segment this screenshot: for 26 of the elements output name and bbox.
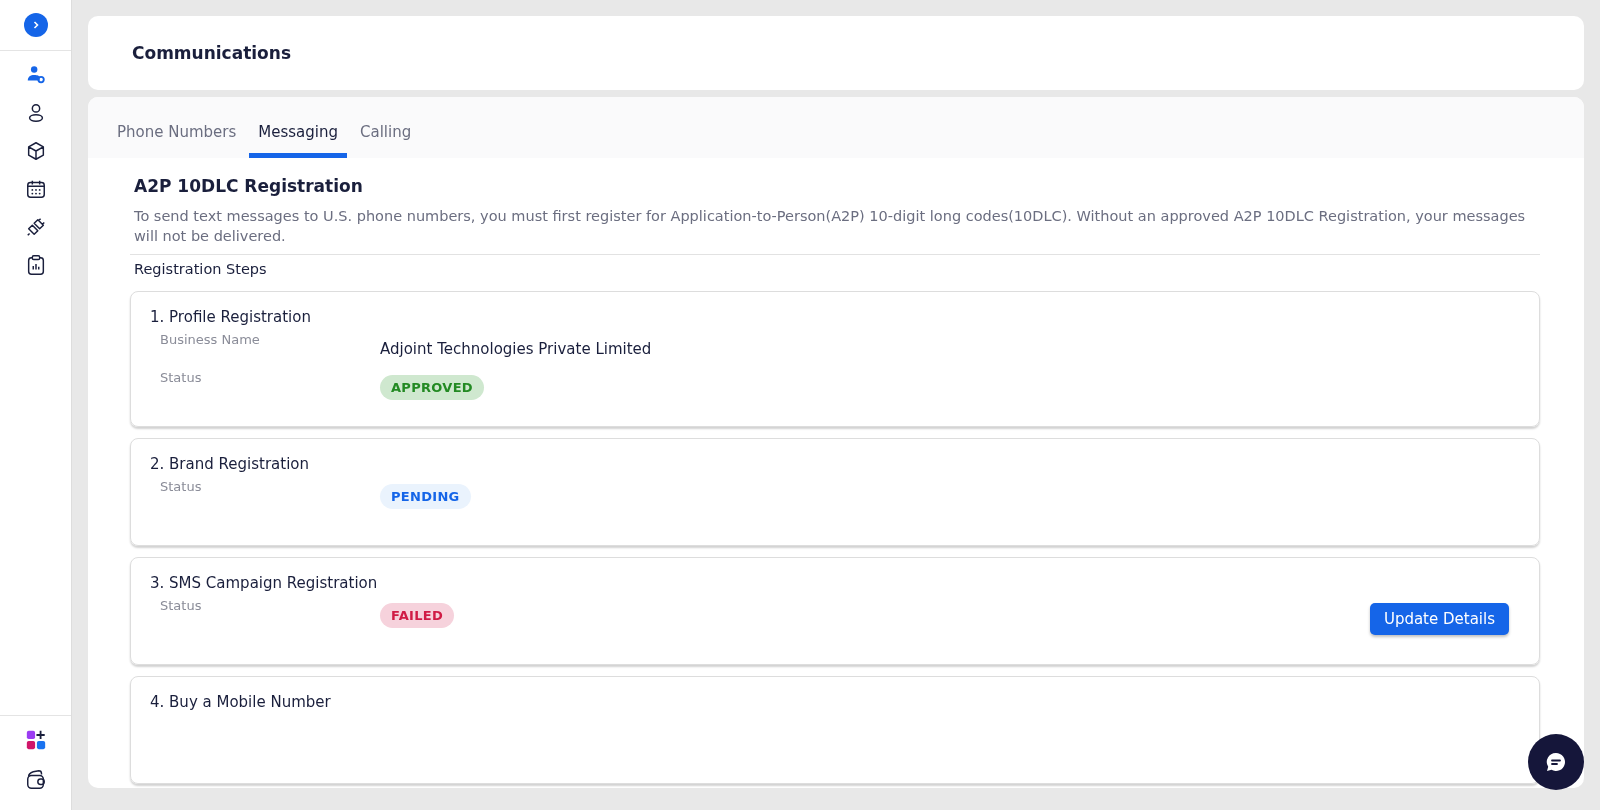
plug-icon	[24, 216, 47, 238]
field-label: Status	[159, 478, 203, 494]
steps-heading: Registration Steps	[134, 261, 268, 277]
tab[interactable]: Messaging	[249, 113, 348, 158]
step-title: 1. Profile Registration	[150, 308, 312, 326]
step-title: 3. SMS Campaign Registration	[150, 574, 379, 592]
expand-button[interactable]	[23, 13, 48, 37]
wallet-icon	[24, 769, 47, 791]
status-badge: FAILED	[380, 602, 455, 628]
tab[interactable]: Calling	[351, 113, 421, 158]
field-value: Adjoint Technologies Private Limited	[380, 340, 653, 358]
chat-bubble-icon	[1544, 750, 1568, 774]
tab[interactable]: Phone Numbers	[108, 113, 246, 158]
field-label: Status	[159, 369, 203, 385]
page-title: Communications	[132, 43, 292, 63]
calendar-icon	[24, 178, 47, 200]
section-title: A2P 10DLC Registration	[134, 176, 364, 196]
status-badge: APPROVED	[380, 374, 484, 400]
update-details-button[interactable]: Update Details	[1369, 603, 1509, 635]
apps-grid-icon	[24, 729, 47, 751]
step-title: 4. Buy a Mobile Number	[150, 693, 332, 711]
status-badge: PENDING	[380, 483, 471, 509]
step-title: 2. Brand Registration	[150, 455, 310, 473]
field-label: Status	[159, 597, 203, 613]
section-description: To send text messages to U.S. phone numbers, you must first register for Application-to-Person(A2P) 10-digit long codes(10DLC). Without an approved A2P 10DLC Registration, your messages will not be delivered.	[134, 207, 1527, 246]
field-label: Business Name	[159, 331, 261, 347]
